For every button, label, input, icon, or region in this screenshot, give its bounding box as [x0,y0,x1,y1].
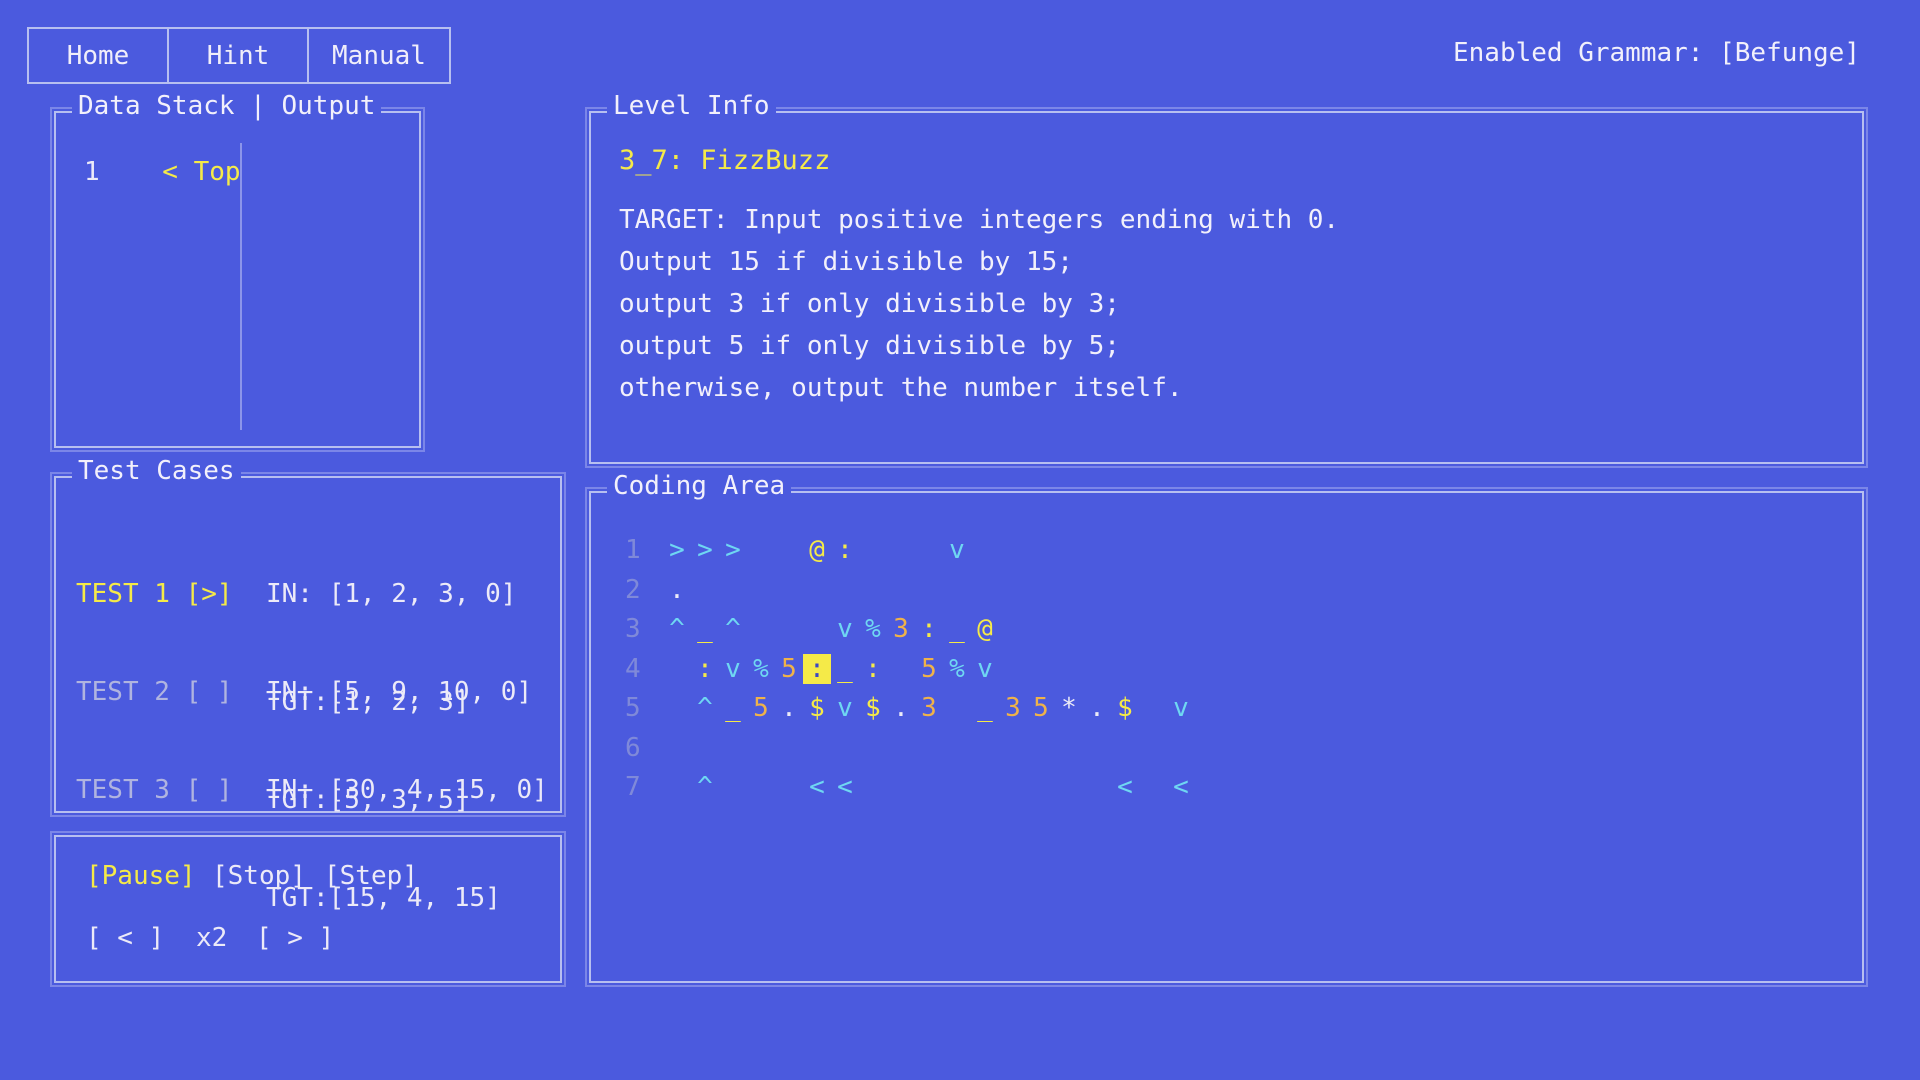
enabled-grammar: Enabled Grammar: [Befunge] [1453,38,1860,68]
code-cell[interactable]: ^ [719,614,747,644]
line-number: 5 [625,693,641,723]
code-cell[interactable]: 3 [887,614,915,644]
code-cell[interactable]: @ [971,614,999,644]
code-cell[interactable]: v [943,535,971,565]
pause-button[interactable]: [Pause] [86,861,196,891]
code-cell[interactable]: % [943,654,971,684]
speed-up-button[interactable]: [ > ] [256,923,334,953]
description-line: otherwise, output the number itself. [619,373,1183,403]
code-cell[interactable]: % [747,654,775,684]
test-input: IN: [30, 4, 15, 0] [266,775,548,805]
code-cell[interactable]: $ [1111,693,1139,723]
description-line: output 3 if only divisible by 3; [619,289,1120,319]
line-number: 6 [625,732,641,763]
test-cases-panel: Test Cases TEST 1 [>] IN: [1, 2, 3, 0] TG… [50,456,566,913]
code-cell[interactable]: v [831,693,859,723]
line-number: 7 [625,772,641,802]
stack-top-marker: < Top [162,157,241,187]
code-cell[interactable]: 5 [775,654,803,684]
code-cell[interactable]: < [1111,772,1139,802]
data-stack-panel: Data Stack | Output 1 < Top [50,91,425,452]
code-cell[interactable]: > [663,535,691,565]
code-cell[interactable]: < [1167,772,1195,802]
code-cell[interactable]: > [719,535,747,565]
step-button[interactable]: [Step] [324,861,418,891]
level-description: TARGET: Input positive integers ending w… [619,199,1339,409]
code-cell[interactable]: > [691,535,719,565]
code-cell[interactable]: 3 [999,693,1027,723]
code-cell[interactable]: @ [803,535,831,565]
code-cell[interactable]: _ [943,614,971,644]
code-cell[interactable]: 5 [1027,693,1055,723]
hint-button[interactable]: Hint [169,29,309,82]
level-info-title: Level Info [607,91,776,121]
code-cell[interactable]: v [1167,693,1195,723]
line-number: 2 [625,574,641,605]
code-cell[interactable]: . [887,693,915,723]
code-cell[interactable]: v [831,614,859,644]
description-line: Output 15 if divisible by 15; [619,247,1073,277]
code-cell[interactable]: . [1083,693,1111,723]
code-cell[interactable]: * [1055,693,1083,723]
line-number: 3 [625,614,641,644]
description-line: output 5 if only divisible by 5; [619,331,1120,361]
line-number: 4 [625,653,641,684]
code-cell[interactable]: . [663,575,691,605]
description-line: TARGET: Input positive integers ending w… [619,205,1340,235]
code-cell[interactable]: $ [803,693,831,723]
stop-button[interactable]: [Stop] [212,861,306,891]
code-cell[interactable]: : [691,654,719,684]
code-cell[interactable]: ^ [663,614,691,644]
code-cell[interactable]: < [831,772,859,802]
line-number: 1 [625,535,641,565]
test-cases-title: Test Cases [72,456,241,486]
level-info-panel: Level Info 3_7: FizzBuzz TARGET: Input p… [585,91,1868,468]
data-stack-title: Data Stack | Output [72,91,382,121]
top-nav: Home Hint Manual [27,27,451,84]
code-cell[interactable]: : [831,535,859,565]
code-cell[interactable]: < [803,772,831,802]
code-cell[interactable]: 5 [747,693,775,723]
code-cell[interactable]: _ [831,654,859,684]
code-cell[interactable]: 5 [915,654,943,684]
speed-down-button[interactable]: [ < ] [86,923,164,953]
stack-row: 1 < Top [84,157,241,187]
code-cell[interactable]: _ [971,693,999,723]
code-cell[interactable]: ^ [691,772,719,802]
coding-area-panel[interactable]: Coding Area 1 > > > @: v 2. 3 ^ _ ^ v% 3: _ @4: v% 5: _:5… [585,471,1868,987]
code-cell[interactable]: v [719,654,747,684]
code-cell[interactable]: 3 [915,693,943,723]
stack-index: 1 [84,157,100,187]
speed-indicator: x2 [196,923,228,953]
code-cell[interactable]: : [859,654,887,684]
home-button[interactable]: Home [29,29,169,82]
controls-panel: [Pause] [Stop] [Step] [ < ] x2 [ > ] [50,831,566,987]
code-cell[interactable]: $ [859,693,887,723]
code-cell[interactable]: v [971,654,999,684]
manual-button[interactable]: Manual [309,29,449,82]
code-cursor-cell[interactable]: : [803,653,831,684]
test-label: TEST 3 [ ] [76,775,233,805]
code-cell[interactable]: _ [719,693,747,723]
code-cell[interactable]: : [915,614,943,644]
code-cell[interactable]: ^ [691,693,719,723]
code-cell[interactable]: . [775,693,803,723]
coding-area-title: Coding Area [607,471,792,501]
code-cell[interactable]: % [859,614,887,644]
level-name: 3_7: FizzBuzz [619,145,831,176]
code-cell[interactable]: _ [691,614,719,644]
